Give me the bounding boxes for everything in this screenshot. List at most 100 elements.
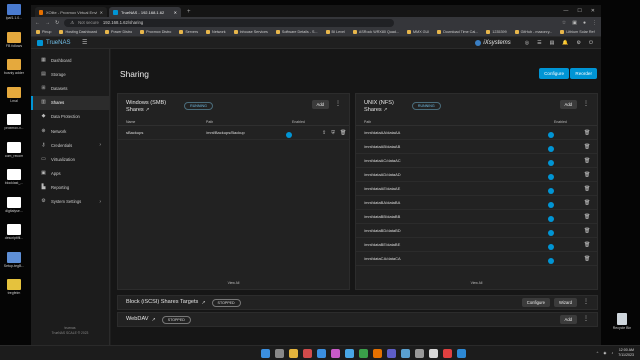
sidebar-item-credentials[interactable]: ⚷ Credentials › bbox=[31, 138, 109, 152]
external-link-icon[interactable]: ↗ bbox=[145, 107, 149, 113]
jobs-icon[interactable]: ☰ bbox=[537, 40, 541, 46]
menu-toggle-icon[interactable]: ☰ bbox=[78, 39, 87, 46]
iscsi-configure-button[interactable]: Configure bbox=[521, 298, 550, 307]
reload-icon[interactable]: ↻ bbox=[55, 20, 59, 26]
delete-icon[interactable]: 🗑 bbox=[584, 186, 590, 192]
bookmark-item[interactable]: 1235399 bbox=[486, 30, 507, 34]
back-icon[interactable]: ← bbox=[35, 20, 40, 26]
bookmark-item[interactable]: GitHub - mazonry... bbox=[514, 30, 552, 34]
bookmark-item[interactable]: Power Distro bbox=[105, 30, 132, 34]
desktop-icon[interactable]: proxmox-v... bbox=[3, 114, 25, 130]
bookmark-item[interactable]: Inhouse Services bbox=[233, 30, 268, 34]
taskbar-app-icon[interactable] bbox=[303, 349, 312, 358]
sidebar-item-reporting[interactable]: ▙ Reporting bbox=[31, 181, 109, 195]
desktop-icon[interactable]: tregfelm bbox=[3, 279, 25, 295]
nfs-more-icon[interactable]: ⋮ bbox=[583, 100, 589, 109]
delete-icon[interactable]: 🗑 bbox=[584, 200, 590, 206]
taskbar-app-icon[interactable] bbox=[275, 349, 284, 358]
taskbar-app-icon[interactable] bbox=[401, 349, 410, 358]
nfs-view-all-link[interactable]: View All bbox=[356, 281, 597, 285]
delete-icon[interactable]: 🗑 bbox=[584, 144, 590, 150]
sidebar-item-shares[interactable]: ▥ Shares bbox=[31, 95, 109, 110]
configure-button[interactable]: Configure bbox=[539, 68, 569, 79]
smb-more-icon[interactable]: ⋮ bbox=[335, 100, 341, 109]
reorder-button[interactable]: Reorder bbox=[570, 68, 597, 79]
delete-icon[interactable]: 🗑 bbox=[584, 214, 590, 220]
forward-icon[interactable]: → bbox=[45, 20, 50, 26]
table-row[interactable]: /mnt/dataAB/dataAB 🗑 bbox=[356, 140, 597, 154]
clock[interactable]: 12:00 AM 7/11/2023 bbox=[618, 348, 634, 358]
bookmark-item[interactable]: Proxmox Distro bbox=[140, 30, 171, 34]
delete-icon[interactable]: 🗑 bbox=[340, 130, 346, 136]
table-row[interactable]: sBackups/mnt/Backups/Backup ⇪ ⛨ 🗑 bbox=[118, 126, 349, 140]
taskbar-app-icon[interactable] bbox=[457, 349, 466, 358]
network-tray-icon[interactable]: ◉ bbox=[603, 351, 606, 355]
bookmark-item[interactable]: MMX GUI bbox=[407, 30, 429, 34]
webdav-add-button[interactable]: Add bbox=[559, 315, 577, 324]
table-row[interactable]: /mnt/dataAD/dataAD 🗑 bbox=[356, 168, 597, 182]
bookmark-item[interactable]: Servers bbox=[179, 30, 198, 34]
webdav-more-icon[interactable]: ⋮ bbox=[583, 315, 589, 324]
taskbar-app-icon[interactable] bbox=[359, 349, 368, 358]
taskbar-app-icon[interactable] bbox=[331, 349, 340, 358]
table-row[interactable]: /mnt/dataAE/dataAE 🗑 bbox=[356, 182, 597, 196]
sidebar-item-network[interactable]: ⊕ Network bbox=[31, 124, 109, 138]
sidebar-item-apps[interactable]: ▣ Apps bbox=[31, 167, 109, 181]
bookmark-item[interactable]: Network bbox=[206, 30, 226, 34]
notifications-icon[interactable]: 🔔 bbox=[562, 40, 568, 46]
bookmark-item[interactable]: Lithium Solar Ref bbox=[560, 30, 595, 34]
sidebar-item-system-settings[interactable]: ⚙ System Settings › bbox=[31, 195, 109, 209]
address-bar[interactable]: ⚠ Not secure 192.168.1.62/sharing bbox=[64, 18, 395, 27]
extensions-icon[interactable]: ▣ bbox=[572, 20, 577, 26]
bookmark-item[interactable]: Hosting Dashboard bbox=[59, 30, 97, 34]
tray-overflow-icon[interactable]: ^ bbox=[597, 351, 599, 355]
bookmark-item[interactable]: Pinup bbox=[36, 30, 51, 34]
iscsi-more-icon[interactable]: ⋮ bbox=[583, 298, 589, 307]
table-row[interactable]: /mnt/dataBD/dataBD 🗑 bbox=[356, 224, 597, 238]
table-row[interactable]: /mnt/dataBE/dataBE 🗑 bbox=[356, 238, 597, 252]
taskbar-app-icon[interactable] bbox=[387, 349, 396, 358]
desktop-icon[interactable]: blocklast_... bbox=[3, 169, 25, 185]
table-row[interactable]: /mnt/dataCA/dataCA 🗑 bbox=[356, 252, 597, 266]
bookmark-item[interactable]: ASRock WRX80 Quad... bbox=[352, 30, 399, 34]
maximize-icon[interactable]: ☐ bbox=[577, 8, 581, 14]
profile-icon[interactable]: ● bbox=[583, 20, 586, 26]
sidebar-item-virtualization[interactable]: ▭ Virtualization bbox=[31, 152, 109, 166]
desktop-icon[interactable]: Setup-tegB... bbox=[3, 251, 25, 268]
table-row[interactable]: /mnt/dataBB/dataBB 🗑 bbox=[356, 210, 597, 224]
tasks-icon[interactable]: ▤ bbox=[550, 40, 555, 46]
smb-view-all-link[interactable]: View All bbox=[118, 281, 349, 285]
taskbar-app-icon[interactable] bbox=[317, 349, 326, 358]
chevron-right-icon[interactable]: › bbox=[99, 142, 101, 148]
volume-icon[interactable]: ♪ bbox=[611, 351, 613, 355]
table-row[interactable]: /mnt/dataAC/dataAC 🗑 bbox=[356, 154, 597, 168]
tab-xolite[interactable]: XOlite - Proxmox Virtual Environment ✕ bbox=[35, 7, 107, 17]
recycle-bin[interactable]: Recycle Bin bbox=[612, 313, 632, 330]
close-window-icon[interactable]: ✕ bbox=[591, 8, 595, 14]
close-tab-icon[interactable]: ✕ bbox=[100, 10, 103, 15]
delete-icon[interactable]: 🗑 bbox=[584, 158, 590, 164]
settings-icon[interactable]: ⚙ bbox=[577, 40, 581, 46]
external-link-icon[interactable]: ↗ bbox=[201, 300, 205, 306]
bookmark-item[interactable]: Download Time Cal... bbox=[437, 30, 478, 34]
sidebar-item-datasets[interactable]: ⊞ Datasets bbox=[31, 81, 109, 95]
security-icon[interactable]: ⛨ bbox=[331, 130, 335, 136]
chevron-right-icon[interactable]: › bbox=[99, 199, 101, 205]
desktop-icon[interactable]: com_recom bbox=[3, 141, 25, 158]
taskbar-app-icon[interactable] bbox=[373, 349, 382, 358]
minimize-icon[interactable]: — bbox=[563, 8, 568, 14]
delete-icon[interactable]: 🗑 bbox=[584, 130, 590, 136]
sidebar-item-data-protection[interactable]: ◆ Data Protection bbox=[31, 110, 109, 124]
taskbar-app-icon[interactable] bbox=[429, 349, 438, 358]
delete-icon[interactable]: 🗑 bbox=[584, 242, 590, 248]
desktop-icon[interactable]: busniy adder bbox=[3, 59, 25, 75]
truecommand-icon[interactable]: ◎ bbox=[525, 40, 529, 46]
desktop-icon[interactable]: ipaf1.1.0... bbox=[3, 4, 25, 20]
delete-icon[interactable]: 🗑 bbox=[584, 172, 590, 178]
delete-icon[interactable]: 🗑 bbox=[584, 256, 590, 262]
new-tab-button[interactable]: + bbox=[183, 7, 195, 17]
share-icon[interactable]: ⇪ bbox=[322, 130, 326, 136]
table-row[interactable]: /mnt/dataAA/dataAA 🗑 bbox=[356, 126, 597, 140]
power-icon[interactable]: ⏻ bbox=[589, 40, 593, 46]
tab-truenas[interactable]: TrueNAS - 192.168.1.62 ✕ bbox=[109, 7, 181, 17]
